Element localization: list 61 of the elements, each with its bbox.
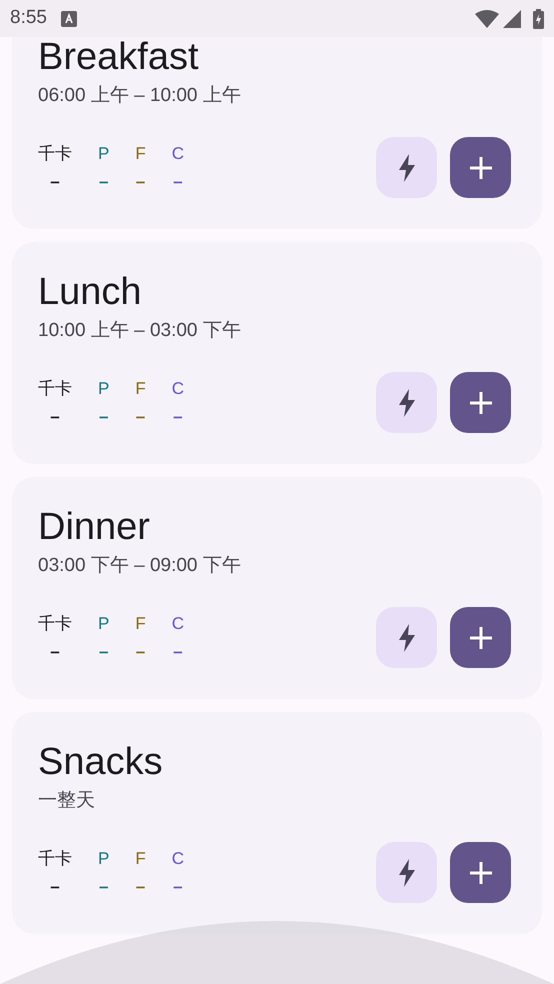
plus-icon	[468, 390, 492, 414]
macro-value: –	[173, 876, 183, 898]
add-button[interactable]	[450, 607, 511, 668]
macro-label: C	[172, 378, 184, 400]
add-button[interactable]	[450, 842, 511, 903]
wifi-icon	[475, 10, 499, 28]
macro-value: –	[98, 640, 108, 662]
macro-value: –	[173, 640, 183, 662]
lightning-icon	[398, 858, 416, 888]
macro-value: –	[98, 170, 108, 192]
macro-label: F	[135, 142, 146, 164]
macro-label: P	[98, 378, 110, 400]
meal-time: 一整天	[38, 789, 95, 813]
quick-add-button[interactable]	[376, 842, 437, 903]
signal-icon	[503, 10, 521, 28]
macro-value: –	[136, 876, 146, 898]
add-button[interactable]	[450, 137, 511, 198]
keyboard-icon	[60, 10, 77, 26]
macro-value: –	[50, 876, 60, 898]
meal-title: Snacks	[38, 740, 163, 785]
quick-add-button[interactable]	[376, 137, 437, 198]
macro-value: –	[98, 876, 108, 898]
macro-label: C	[172, 142, 184, 164]
macro-label: C	[172, 848, 184, 870]
macro-label: 千卡	[38, 848, 72, 870]
macro-value: –	[50, 406, 60, 428]
macro-value: –	[173, 170, 183, 192]
macro-label: P	[98, 142, 110, 164]
quick-add-button[interactable]	[376, 607, 437, 668]
lightning-icon	[398, 388, 416, 418]
macro-value: –	[173, 406, 183, 428]
macro-value: –	[98, 406, 108, 428]
macro-label: 千卡	[38, 378, 72, 400]
battery-icon	[533, 8, 544, 28]
macro-label: 千卡	[38, 142, 72, 164]
plus-icon	[468, 860, 492, 884]
meal-title: Lunch	[38, 270, 142, 315]
meal-time: 10:00 上午 – 03:00 下午	[38, 319, 241, 343]
meal-title: Dinner	[38, 505, 150, 550]
macro-label: F	[135, 612, 146, 634]
macro-label: P	[98, 612, 110, 634]
macro-value: –	[136, 640, 146, 662]
macro-value: –	[136, 406, 146, 428]
meal-title: Breakfast	[38, 35, 199, 80]
lightning-icon	[398, 152, 416, 182]
status-time: 8:55	[10, 6, 47, 30]
plus-icon	[468, 156, 492, 180]
macro-label: F	[135, 848, 146, 870]
macro-value: –	[50, 170, 60, 192]
macro-label: F	[135, 378, 146, 400]
add-button[interactable]	[450, 372, 511, 433]
macro-label: P	[98, 848, 110, 870]
macro-label: C	[172, 612, 184, 634]
meal-time: 06:00 上午 – 10:00 上午	[38, 84, 241, 108]
plus-icon	[468, 626, 492, 650]
meal-time: 03:00 下午 – 09:00 下午	[38, 554, 241, 578]
macro-label: 千卡	[38, 612, 72, 634]
quick-add-button[interactable]	[376, 372, 437, 433]
lightning-icon	[398, 622, 416, 652]
macro-value: –	[136, 170, 146, 192]
macro-value: –	[50, 640, 60, 662]
